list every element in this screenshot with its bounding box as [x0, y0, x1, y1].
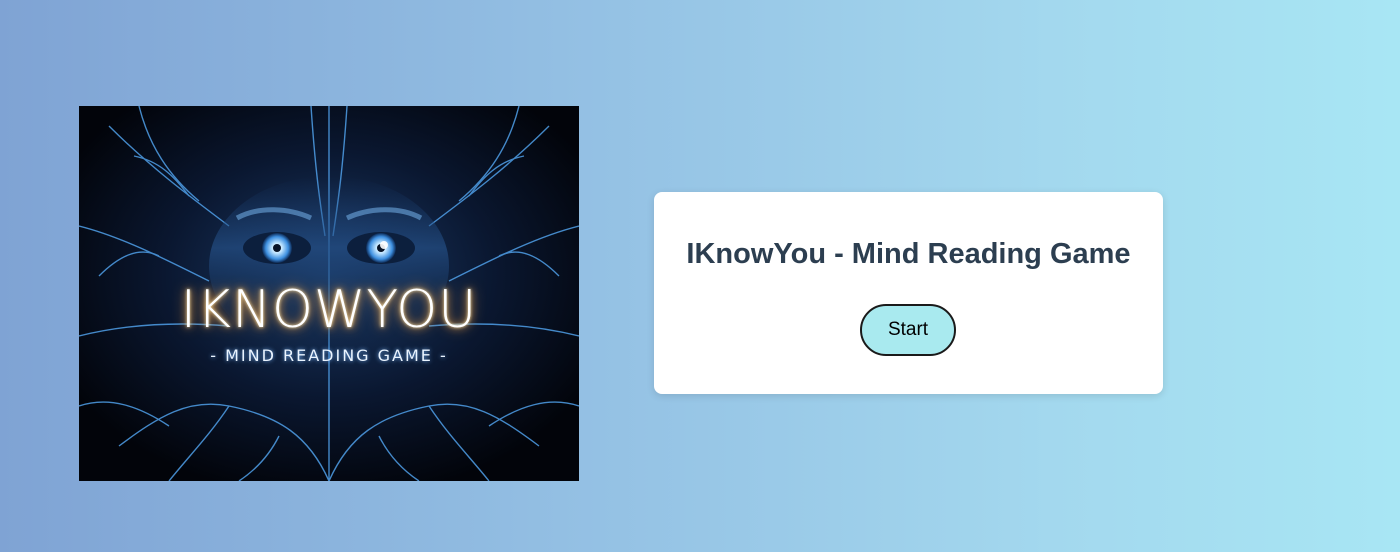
cover-logo-title: IKNOWYOU [180, 280, 478, 340]
game-title: IKnowYou - Mind Reading Game [686, 238, 1131, 270]
start-button[interactable]: Start [860, 304, 956, 356]
start-card: IKnowYou - Mind Reading Game Start [654, 192, 1163, 394]
cover-logo-subtitle: - MIND READING GAME - [210, 346, 448, 365]
game-cover-image: IKNOWYOU - MIND READING GAME - [79, 106, 579, 481]
